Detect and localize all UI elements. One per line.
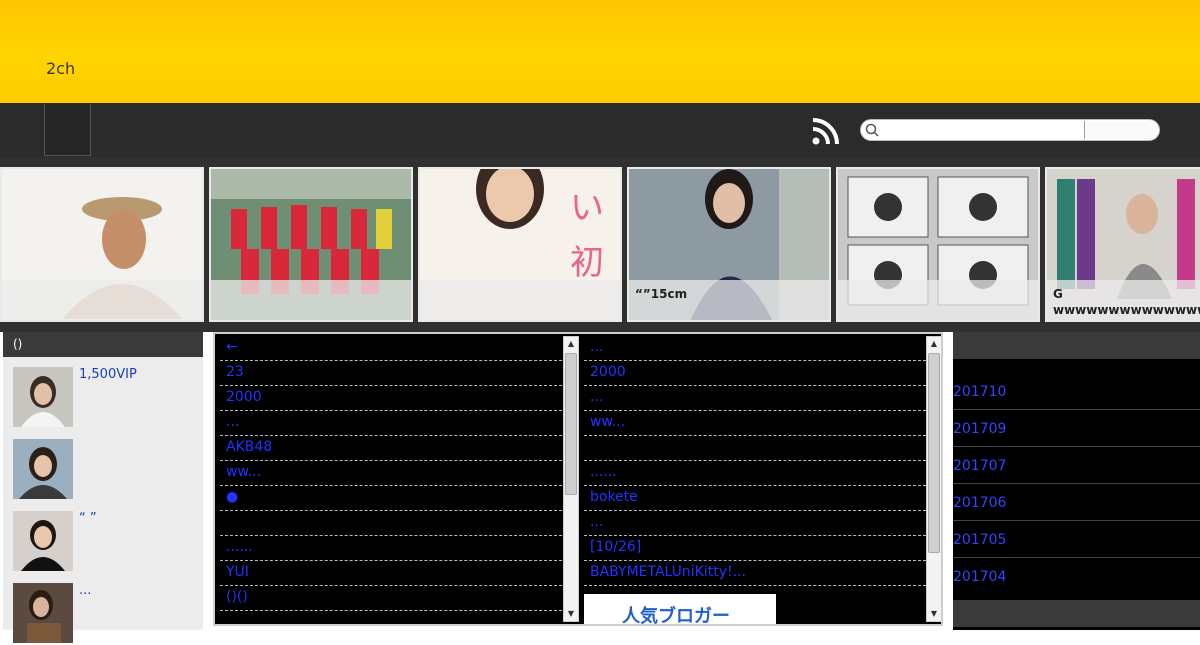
featured-caption: “”15cm <box>629 280 829 320</box>
search-input[interactable] <box>882 121 1085 139</box>
scrollbar-left[interactable]: ▲ ▼ <box>563 336 579 622</box>
scroll-thumb[interactable] <box>565 353 577 495</box>
featured-thumb[interactable] <box>0 167 204 322</box>
featured-thumb[interactable] <box>209 167 413 322</box>
site-title[interactable]: 2ch <box>46 59 75 78</box>
sidebar-item[interactable]: 1,500VIP <box>13 367 198 429</box>
feed-link[interactable]: ...... <box>220 536 562 561</box>
scroll-thumb[interactable] <box>928 353 940 553</box>
sidebar-item-title[interactable]: 1,500VIP <box>79 367 137 382</box>
archive-link[interactable]: 201707 <box>953 447 1200 484</box>
feed-link[interactable]: ww... <box>584 411 926 436</box>
featured-strip: い 初 “”15cm G wwwwwwwwwwwww <box>0 157 1200 332</box>
sidebar-item[interactable]: “ ” <box>13 511 198 573</box>
rss-icon[interactable] <box>812 117 840 145</box>
sidebar-item-title[interactable]: “ ” <box>79 511 97 526</box>
featured-thumb[interactable]: “”15cm <box>627 167 831 322</box>
feed-link[interactable]: 23 <box>220 361 562 386</box>
featured-thumb[interactable]: G wwwwwwwwwwwwwwwwww <box>1045 167 1200 322</box>
scroll-up-icon[interactable]: ▲ <box>929 339 939 349</box>
scroll-down-icon[interactable]: ▼ <box>929 609 939 619</box>
archive-link[interactable]: 201705 <box>953 521 1200 558</box>
left-sidebar: () 1,500VIP “ ” ... <box>3 332 203 643</box>
feed-link[interactable]: ()() <box>220 586 562 611</box>
archive-link[interactable]: 201706 <box>953 484 1200 521</box>
avatar <box>13 583 73 643</box>
antenna-column-left: ← 23 2000 ... AKB48 ww... ● ...... YUI (… <box>220 336 562 618</box>
feed-link[interactable]: 2000 <box>584 361 926 386</box>
featured-caption <box>211 280 411 320</box>
archive-link[interactable]: 201709 <box>953 410 1200 447</box>
feed-link[interactable]: bokete <box>584 486 926 511</box>
featured-caption <box>838 280 1038 320</box>
feed-link[interactable] <box>584 436 926 461</box>
feed-link[interactable]: ... <box>584 386 926 411</box>
sidebar-item[interactable] <box>13 439 198 501</box>
feed-link[interactable]: ● <box>220 486 562 511</box>
avatar <box>13 511 73 571</box>
feed-link[interactable]: YUI <box>220 561 562 586</box>
menu-button[interactable] <box>44 104 91 156</box>
feed-link[interactable]: [10/26] <box>584 536 926 561</box>
feed-link[interactable]: AKB48 <box>220 436 562 461</box>
left-sidebar-heading: () <box>3 332 203 357</box>
archive-sidebar: 201710 201709 201707 201706 201705 20170… <box>953 332 1200 630</box>
blogger-banner[interactable]: 人気ブロガー <box>584 594 776 624</box>
archive-link[interactable]: 201710 <box>953 373 1200 410</box>
feed-link[interactable]: ... <box>220 411 562 436</box>
avatar <box>13 439 73 499</box>
featured-thumb[interactable]: い 初 <box>418 167 622 322</box>
scroll-down-icon[interactable]: ▼ <box>566 609 576 619</box>
search-bar <box>860 119 1160 141</box>
feed-link[interactable]: BABYMETALUniKitty!... <box>584 561 926 586</box>
feed-link[interactable]: ww... <box>220 461 562 486</box>
featured-thumb[interactable] <box>836 167 1040 322</box>
sidebar-item-title[interactable]: ... <box>79 583 91 598</box>
site-header: 2ch <box>0 0 1200 103</box>
antenna-column-right: ... 2000 ... ww... ...... bokete ... [10… <box>584 336 926 618</box>
feed-link[interactable] <box>220 511 562 536</box>
featured-caption: G wwwwwwwwwwwwwwwwww <box>1047 280 1200 320</box>
antenna-feed: ← 23 2000 ... AKB48 ww... ● ...... YUI (… <box>213 332 943 626</box>
search-box <box>860 119 1160 141</box>
archive-heading <box>953 332 1200 359</box>
search-icon <box>865 123 879 137</box>
feed-link[interactable]: ...... <box>584 461 926 486</box>
sidebar-item[interactable]: ... <box>13 583 198 645</box>
featured-caption <box>420 280 620 320</box>
svg-text:初: 初 <box>570 243 604 283</box>
search-button[interactable] <box>1086 121 1158 139</box>
scroll-up-icon[interactable]: ▲ <box>566 339 576 349</box>
feed-link[interactable]: ... <box>584 511 926 536</box>
feed-link[interactable]: 2000 <box>220 386 562 411</box>
sidebar-section-heading <box>953 600 1200 627</box>
scrollbar-right[interactable]: ▲ ▼ <box>926 336 942 622</box>
feed-link[interactable]: ← <box>220 336 562 361</box>
svg-text:い: い <box>570 188 604 228</box>
archive-link[interactable]: 201704 <box>953 558 1200 595</box>
featured-caption <box>2 280 202 320</box>
feed-link[interactable]: ... <box>584 336 926 361</box>
avatar <box>13 367 73 427</box>
